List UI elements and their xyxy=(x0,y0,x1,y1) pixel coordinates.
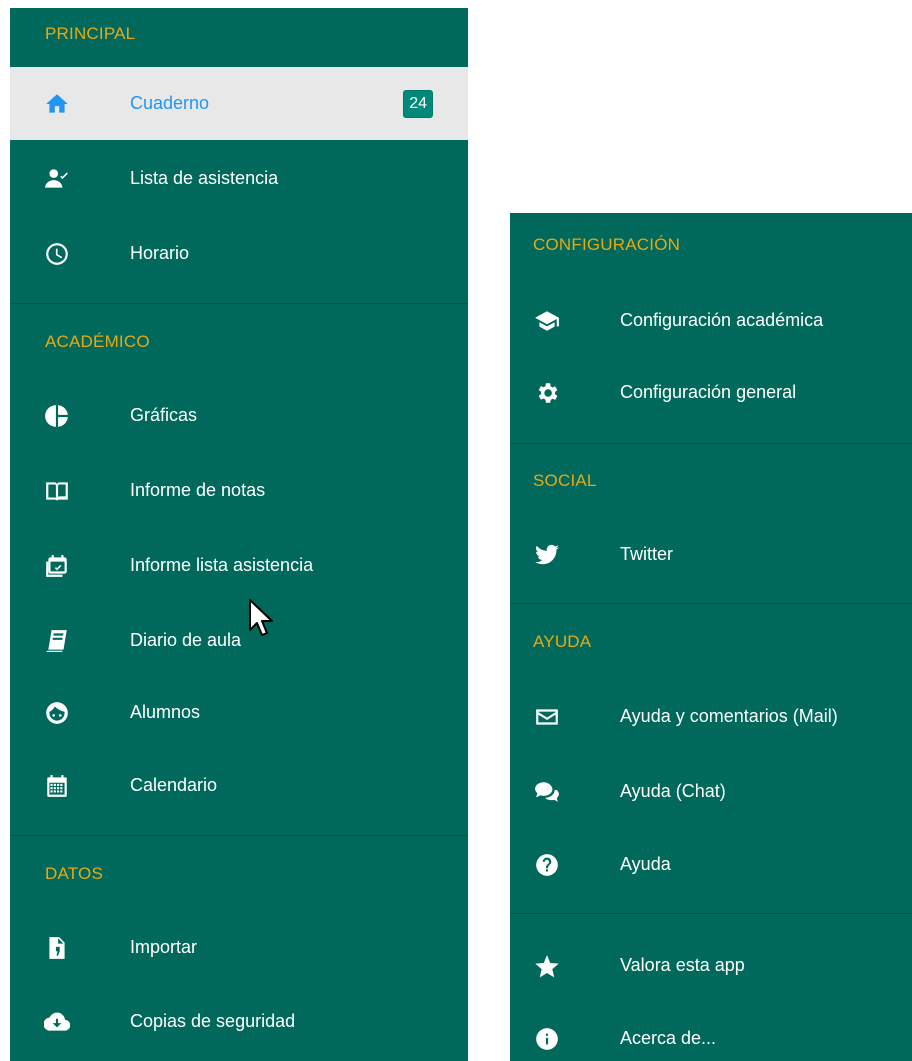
pie-chart-icon xyxy=(42,401,72,431)
file-import-icon xyxy=(42,933,72,963)
nav-item-label: Copias de seguridad xyxy=(130,1011,296,1031)
question-circle-icon xyxy=(532,850,562,880)
section-header-principal: PRINCIPAL xyxy=(45,24,136,43)
nav-item-label: Cuaderno xyxy=(130,93,210,113)
graduation-cap-icon xyxy=(532,306,562,336)
info-circle-icon xyxy=(532,1024,562,1054)
nav-item-label: Gráficas xyxy=(130,405,198,425)
nav-item-diario-aula[interactable]: Diario de aula xyxy=(10,604,468,677)
nav-item-label: Ayuda (Chat) xyxy=(620,781,726,801)
section-divider xyxy=(510,913,912,914)
face-icon xyxy=(42,698,72,728)
nav-item-acerca-de[interactable]: Acerca de... xyxy=(510,1002,912,1061)
section-divider xyxy=(510,603,912,604)
gear-icon xyxy=(532,378,562,408)
book-open-icon xyxy=(42,476,72,506)
nav-item-cuaderno[interactable]: Cuaderno 24 xyxy=(10,67,468,140)
nav-item-label: Alumnos xyxy=(130,702,201,722)
twitter-bird-icon xyxy=(532,540,562,570)
right-navigation-drawer: CONFIGURACIÓN Configuración académica Co… xyxy=(510,213,912,1061)
nav-item-label: Configuración general xyxy=(620,382,797,402)
nav-item-label: Valora esta app xyxy=(620,955,745,975)
home-icon xyxy=(42,89,72,119)
nav-item-label: Diario de aula xyxy=(130,630,242,650)
section-divider xyxy=(10,303,468,304)
section-divider xyxy=(10,835,468,836)
count-badge: 24 xyxy=(403,89,433,118)
nav-item-configuracion-academica[interactable]: Configuración académica xyxy=(510,284,912,357)
nav-item-informe-lista-asistencia[interactable]: Informe lista asistencia xyxy=(10,529,468,602)
cloud-download-icon xyxy=(42,1007,72,1037)
nav-item-label: Ayuda y comentarios (Mail) xyxy=(620,706,838,726)
chat-bubbles-icon xyxy=(532,777,562,807)
clock-icon xyxy=(42,239,72,269)
nav-item-label: Horario xyxy=(130,243,190,263)
nav-item-configuracion-general[interactable]: Configuración general xyxy=(510,356,912,429)
nav-item-label: Importar xyxy=(130,937,198,957)
nav-item-label: Informe lista asistencia xyxy=(130,555,314,575)
nav-item-valora-app[interactable]: Valora esta app xyxy=(510,929,912,1002)
mail-icon xyxy=(532,702,562,732)
nav-item-label: Acerca de... xyxy=(620,1028,717,1048)
nav-item-label: Configuración académica xyxy=(620,310,824,330)
nav-item-horario[interactable]: Horario xyxy=(10,217,468,290)
nav-item-ayuda[interactable]: Ayuda xyxy=(510,828,912,901)
left-navigation-drawer: PRINCIPAL Cuaderno 24 Lista de asistenci… xyxy=(10,8,468,1061)
section-header-social: SOCIAL xyxy=(533,471,597,490)
section-header-academico: ACADÉMICO xyxy=(45,332,150,351)
nav-item-alumnos[interactable]: Alumnos xyxy=(10,676,468,749)
nav-item-label: Ayuda xyxy=(620,854,671,874)
nav-item-label: Calendario xyxy=(130,775,218,795)
star-icon xyxy=(532,951,562,981)
nav-item-calendario[interactable]: Calendario xyxy=(10,749,468,822)
nav-item-twitter[interactable]: Twitter xyxy=(510,518,912,591)
nav-item-informe-notas[interactable]: Informe de notas xyxy=(10,454,468,527)
calendar-grid-icon xyxy=(42,771,72,801)
notebook-icon xyxy=(42,626,72,656)
nav-item-label: Lista de asistencia xyxy=(130,168,279,188)
mouse-pointer-icon xyxy=(249,599,273,636)
nav-item-lista-asistencia[interactable]: Lista de asistencia xyxy=(10,142,468,215)
calendar-check-icon xyxy=(42,551,72,581)
nav-item-graficas[interactable]: Gráficas xyxy=(10,379,468,452)
section-divider xyxy=(510,443,912,444)
nav-item-label: Informe de notas xyxy=(130,480,266,500)
section-header-ayuda: AYUDA xyxy=(533,632,592,651)
nav-item-ayuda-chat[interactable]: Ayuda (Chat) xyxy=(510,755,912,828)
nav-item-label: Twitter xyxy=(620,544,674,564)
nav-item-ayuda-mail[interactable]: Ayuda y comentarios (Mail) xyxy=(510,680,912,753)
section-header-datos: DATOS xyxy=(45,864,103,883)
section-header-configuracion: CONFIGURACIÓN xyxy=(533,235,681,254)
person-check-icon xyxy=(42,164,72,194)
nav-item-copias-seguridad[interactable]: Copias de seguridad xyxy=(10,985,468,1058)
nav-item-importar[interactable]: Importar xyxy=(10,911,468,984)
